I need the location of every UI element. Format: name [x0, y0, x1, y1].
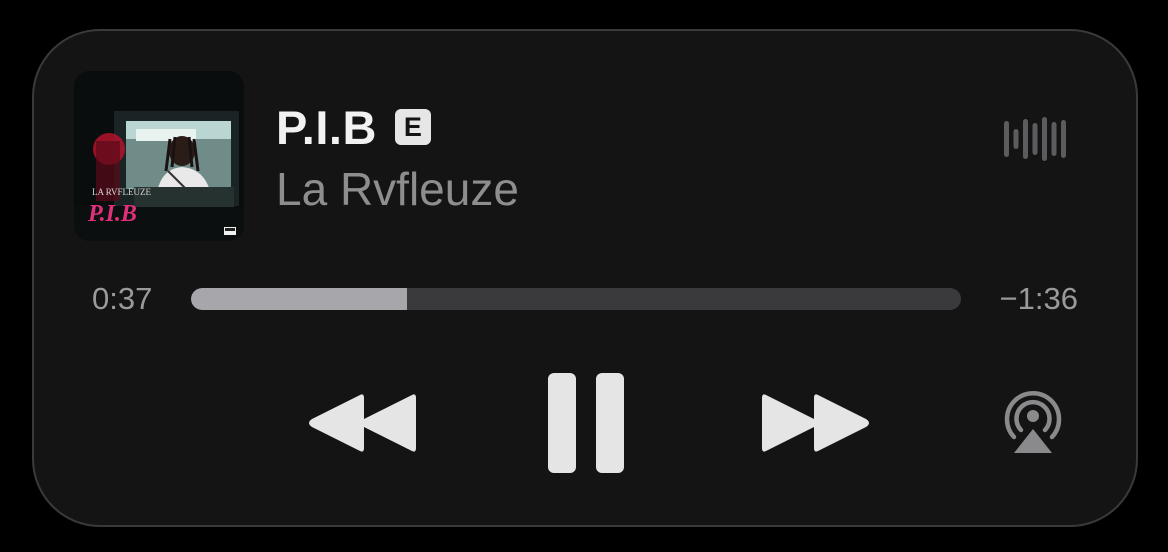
waveform-icon	[1004, 117, 1068, 161]
album-art[interactable]: LA RVFLEUZE P.I.B	[74, 71, 244, 241]
fast-forward-button[interactable]	[760, 391, 872, 455]
elapsed-time: 0:37	[92, 281, 153, 316]
track-title[interactable]: P.I.B	[276, 100, 377, 155]
remaining-time: −1:36	[999, 281, 1078, 316]
rewind-icon	[309, 394, 416, 452]
airplay-icon	[1004, 391, 1062, 453]
fast-forward-icon	[762, 394, 869, 452]
airplay-button[interactable]	[998, 389, 1068, 455]
album-art-artist-text: LA RVFLEUZE	[92, 187, 152, 197]
track-info: P.I.B E	[276, 97, 431, 157]
rewind-button[interactable]	[306, 391, 418, 455]
now-playing-widget: LA RVFLEUZE P.I.B P.I.B E La Rvfleuze 0:…	[32, 29, 1138, 527]
pause-button[interactable]	[548, 373, 624, 473]
explicit-badge: E	[394, 109, 431, 145]
progress-bar[interactable]	[191, 288, 961, 310]
album-art-title-text: P.I.B	[87, 201, 137, 227]
artist-name[interactable]: La Rvfleuze	[276, 161, 519, 217]
progress-fill	[191, 288, 407, 310]
pause-icon	[548, 373, 624, 473]
album-art-image: LA RVFLEUZE P.I.B	[74, 71, 244, 241]
